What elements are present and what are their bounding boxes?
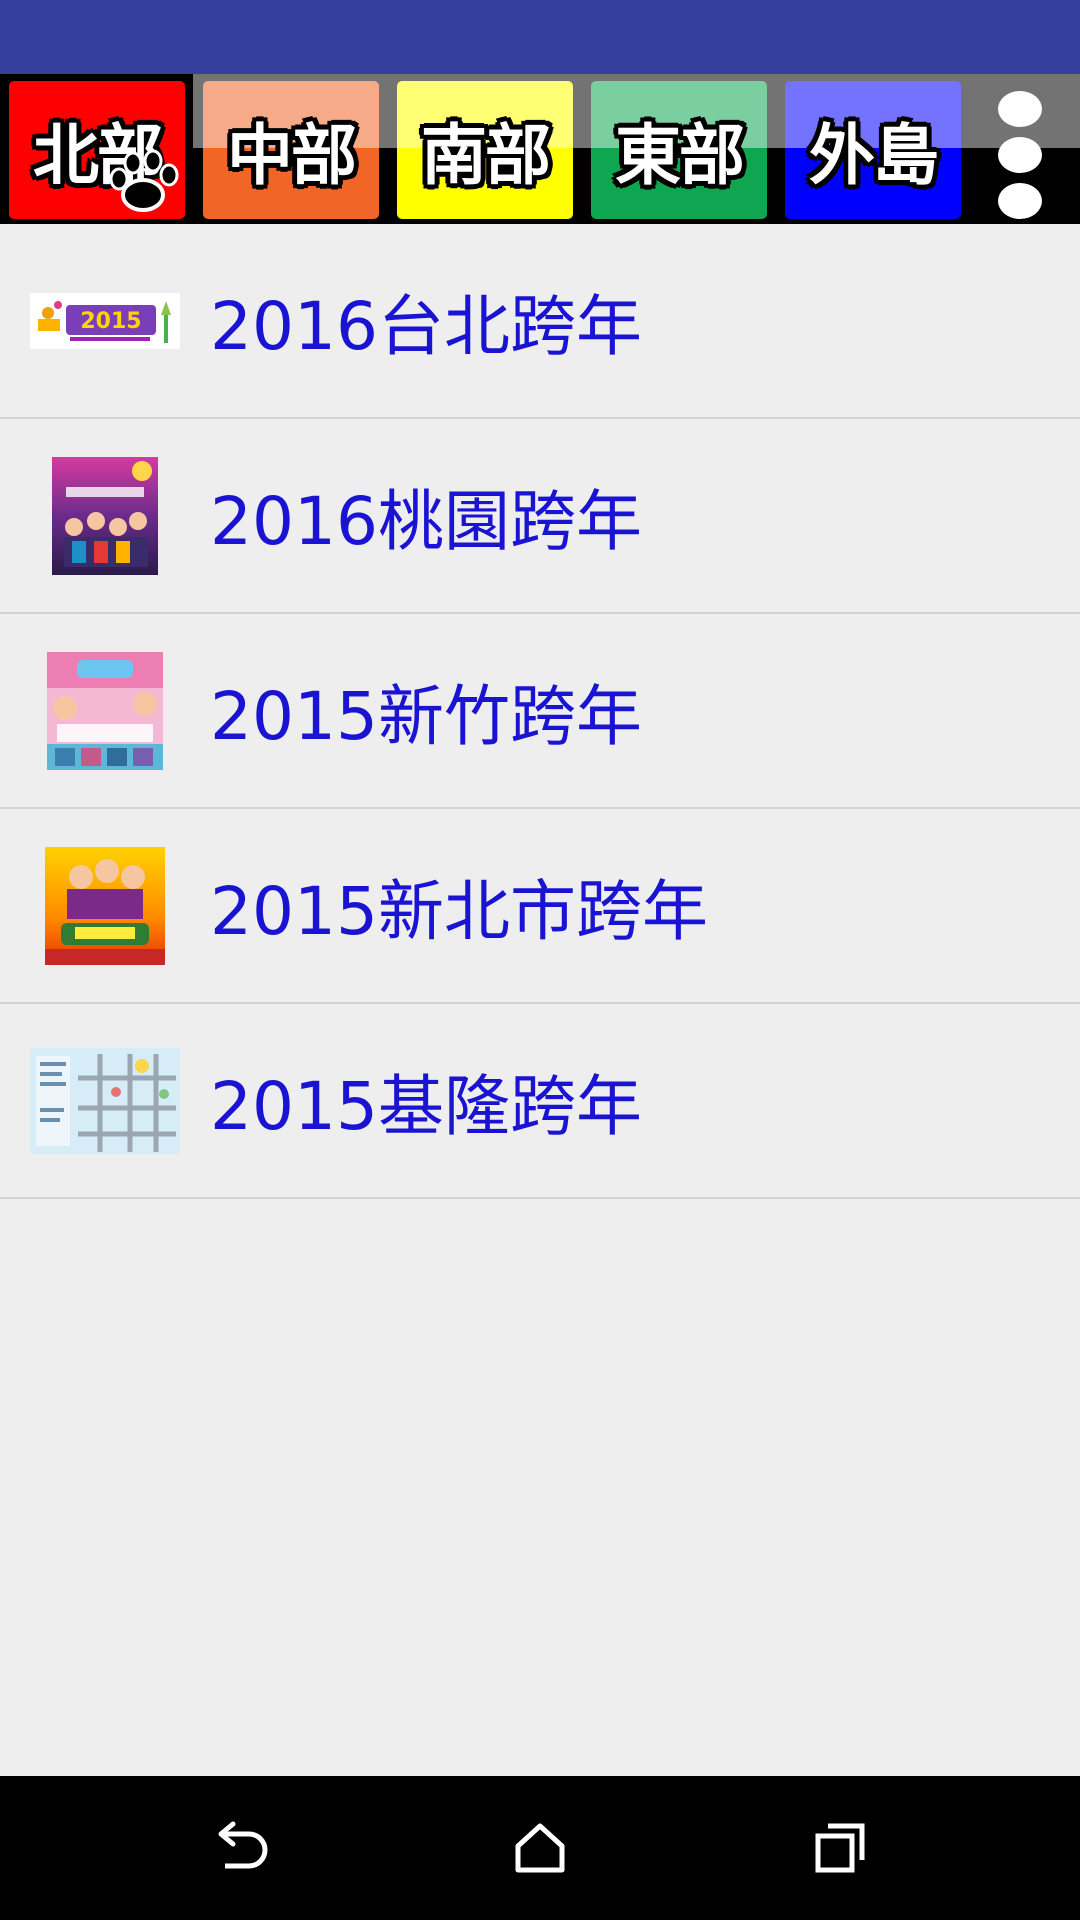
event-title: 2015新北市跨年 bbox=[210, 872, 708, 950]
keelung-countdown-thumbnail bbox=[30, 1047, 180, 1154]
tab-central[interactable]: 中部 bbox=[203, 81, 379, 219]
list-item[interactable]: 2015新竹跨年 bbox=[0, 614, 1080, 809]
event-list: 2015 2016台北跨年 2016桃園跨年 2015新竹跨年 2015新北市跨… bbox=[0, 224, 1080, 1199]
more-dot-middle bbox=[998, 137, 1042, 173]
back-button[interactable] bbox=[196, 1806, 286, 1890]
list-item[interactable]: 2015 2016台北跨年 bbox=[0, 224, 1080, 419]
home-icon bbox=[515, 1823, 565, 1873]
navigation-bar bbox=[0, 1776, 1080, 1920]
region-tab-bar: 北部 中部 南部 東部 外島 bbox=[0, 74, 1080, 224]
event-title: 2015基隆跨年 bbox=[210, 1067, 642, 1145]
event-title: 2015新竹跨年 bbox=[210, 677, 642, 755]
tab-east-label: 東部 bbox=[615, 117, 745, 194]
tab-east[interactable]: 東部 bbox=[591, 81, 767, 219]
taipei-countdown-thumbnail: 2015 bbox=[30, 292, 180, 349]
recents-icon bbox=[815, 1823, 865, 1873]
list-item[interactable]: 2015新北市跨年 bbox=[0, 809, 1080, 1004]
paw-icon bbox=[109, 149, 179, 212]
hsinchu-countdown-thumbnail bbox=[47, 651, 163, 770]
new-taipei-countdown-thumbnail bbox=[45, 846, 165, 965]
list-item[interactable]: 2015基隆跨年 bbox=[0, 1004, 1080, 1199]
more-options-button[interactable] bbox=[990, 81, 1070, 219]
list-item[interactable]: 2016桃園跨年 bbox=[0, 419, 1080, 614]
tab-islands[interactable]: 外島 bbox=[785, 81, 961, 219]
tab-islands-label: 外島 bbox=[809, 117, 939, 194]
tab-south[interactable]: 南部 bbox=[397, 81, 573, 219]
recents-button[interactable] bbox=[795, 1806, 885, 1890]
event-title: 2016桃園跨年 bbox=[210, 482, 642, 560]
home-button[interactable] bbox=[495, 1806, 585, 1890]
taipei-thumbnail-year: 2015 bbox=[80, 309, 141, 334]
event-title: 2016台北跨年 bbox=[210, 287, 642, 365]
status-bar bbox=[0, 0, 1080, 74]
back-icon bbox=[218, 1821, 268, 1869]
more-dot-top bbox=[998, 91, 1042, 127]
tab-north[interactable]: 北部 bbox=[9, 81, 185, 219]
tab-central-label: 中部 bbox=[227, 117, 357, 194]
more-dot-bottom bbox=[998, 183, 1042, 219]
tab-south-label: 南部 bbox=[421, 117, 551, 194]
taoyuan-countdown-thumbnail bbox=[52, 456, 158, 575]
